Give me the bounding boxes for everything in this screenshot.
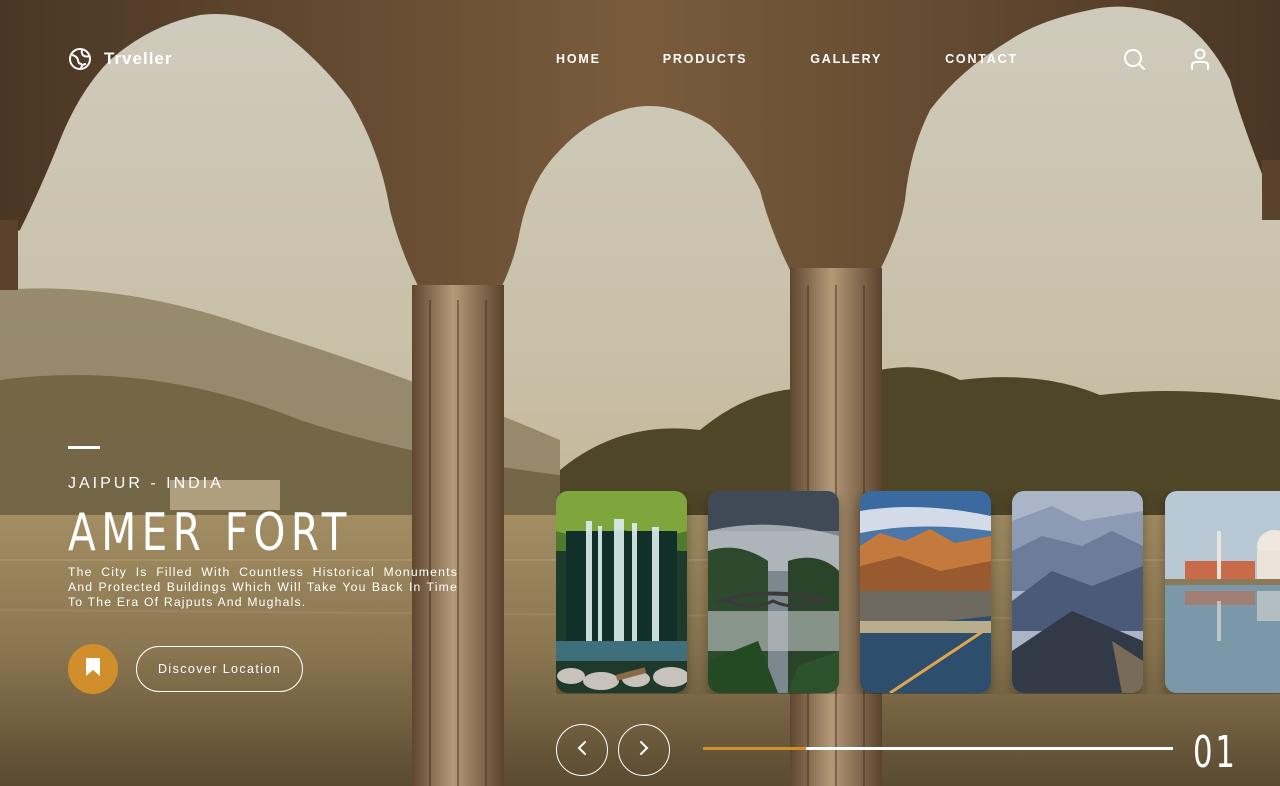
chevron-right-icon	[638, 740, 650, 761]
waterfall-image	[556, 491, 687, 693]
discover-location-button[interactable]: Discover Location	[136, 646, 304, 692]
search-icon[interactable]	[1122, 47, 1146, 71]
bookmark-icon	[85, 657, 101, 682]
chevron-left-icon	[576, 740, 588, 761]
nav-item-contact[interactable]: CONTACT	[945, 52, 1018, 66]
slider-progress-bar	[703, 747, 1173, 750]
blue-mountains-image	[1012, 491, 1143, 693]
destination-card-taj-mahal[interactable]	[1165, 491, 1280, 693]
brand-name: Trveller	[104, 49, 173, 68]
brand[interactable]: Trveller	[68, 47, 173, 71]
user-icon[interactable]	[1188, 47, 1212, 71]
slide-number: 01	[1193, 727, 1238, 778]
hero-section: JAIPUR - INDIA AMER FORT The City Is Fil…	[68, 446, 460, 694]
previous-button[interactable]	[556, 724, 608, 776]
hero-actions: Discover Location	[68, 644, 304, 694]
taj-mahal-image	[1165, 491, 1280, 693]
misty-bridge-image	[708, 491, 839, 693]
destination-card-desert-road[interactable]	[860, 491, 991, 693]
hero-title: AMER FORT	[68, 503, 352, 563]
nav-item-gallery[interactable]: GALLERY	[810, 52, 882, 66]
top-navigation: Trveller HOME PRODUCTS GALLERY CONTACT	[0, 0, 1280, 118]
destination-card-waterfall[interactable]	[556, 491, 687, 693]
next-button[interactable]	[618, 724, 670, 776]
nav-links: HOME PRODUCTS GALLERY CONTACT	[556, 52, 1018, 66]
hero-divider	[68, 446, 100, 449]
nav-item-products[interactable]: PRODUCTS	[663, 52, 748, 66]
bookmark-button[interactable]	[68, 644, 118, 694]
destination-carousel	[556, 491, 1280, 694]
globe-icon	[68, 47, 92, 71]
slider-progress-fill	[703, 747, 807, 750]
hero-location: JAIPUR - INDIA	[68, 475, 224, 492]
desert-road-image	[860, 491, 991, 693]
destination-card-misty-bridge[interactable]	[708, 491, 839, 693]
hero-description: The City Is Filled With Countless Histor…	[68, 565, 458, 609]
destination-card-blue-mountains[interactable]	[1012, 491, 1143, 693]
nav-item-home[interactable]: HOME	[556, 52, 601, 66]
